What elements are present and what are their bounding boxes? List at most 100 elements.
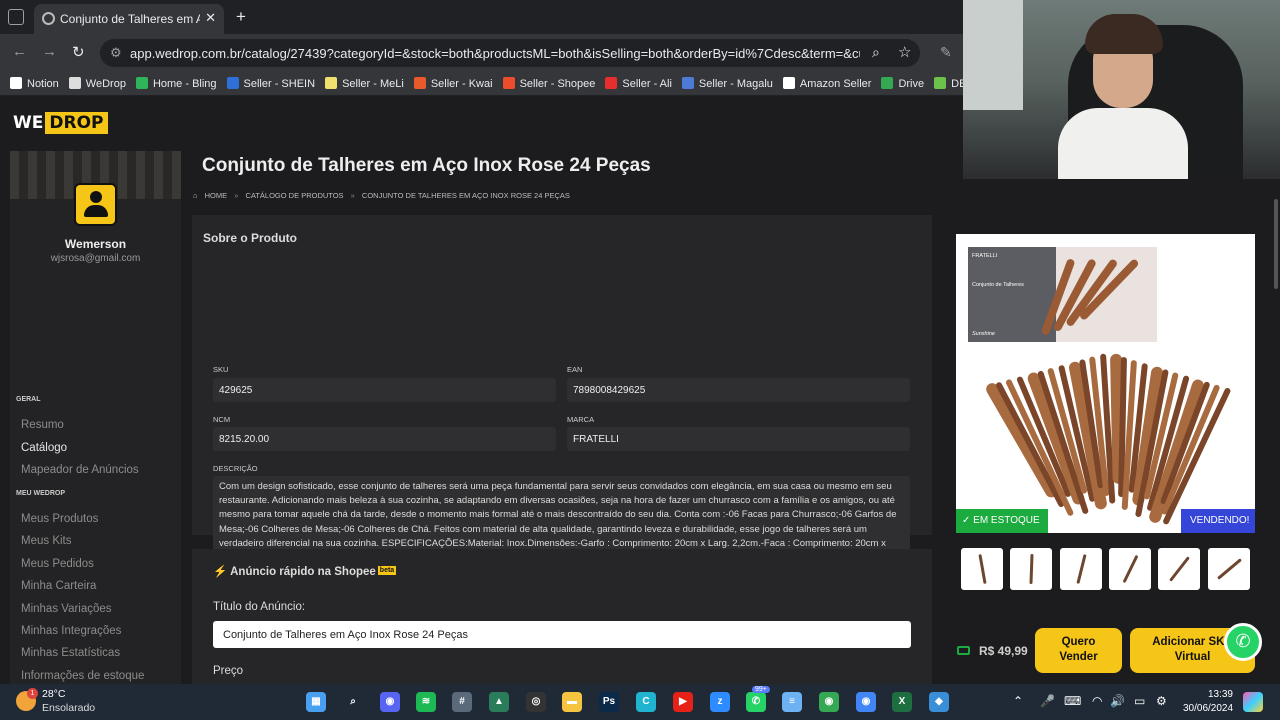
whatsapp-chat-icon[interactable]: ✆ [1224,623,1262,661]
weather-badge: 1 [27,688,38,699]
windows-taskbar: 1 28°C Ensolarado ▦ ⌕ ◉ ≋ # ▲ ◎ ▬ Ps C ▶ z ✆ ≡ ◉ ◉ X ◆ 99… [0,684,1280,720]
bookmark-item[interactable]: Seller - Kwai [413,77,493,90]
beta-badge: beta [377,566,397,575]
wifi-icon[interactable]: ◠ [1092,694,1102,708]
browser-tab-bar: Conjunto de Talheres em Aço In ✕ + [0,0,963,34]
ncm-field[interactable]: 8215.20.00 [213,427,556,451]
bookmark-item[interactable]: Drive [881,77,924,90]
ean-label: EAN [567,365,583,374]
canva-icon[interactable]: C [636,692,656,712]
page-scrollbar[interactable] [1272,179,1280,684]
whatsapp-icon[interactable]: ✆ [746,692,766,712]
bookmark-item[interactable]: Seller - Ali [605,77,672,90]
bookmark-item[interactable]: Seller - MeLi [325,77,404,90]
product-thumbnail[interactable] [1207,548,1250,590]
product-thumbnail[interactable] [1158,548,1201,590]
keyboard-icon[interactable]: ⌨ [1064,694,1081,708]
obs-icon[interactable]: ◎ [526,692,546,712]
breadcrumb-chevron-icon: » [350,191,355,200]
ean-field[interactable]: 7898008429625 [567,378,910,402]
bookmark-star-icon[interactable]: ☆ [898,43,911,61]
windows-start-icon[interactable]: ▦ [306,692,326,712]
sidebar-item[interactable]: Minha Carteira [21,580,96,592]
new-tab-button[interactable]: + [236,7,246,27]
sidebar-item[interactable]: Meus Produtos [21,513,98,525]
product-thumbnail[interactable] [961,548,1003,590]
ad-title-input[interactable]: Conjunto de Talheres em Aço Inox Rose 24… [213,621,911,648]
wedrop-logo[interactable]: WE DROP [11,112,108,135]
address-bar[interactable]: ⚙ app.wedrop.com.br/catalog/27439?catego… [100,39,920,67]
zoom-icon[interactable]: ⌕ [872,44,880,61]
volume-icon[interactable]: 🔊 [1110,694,1125,708]
bookmark-favicon-icon [226,77,239,89]
photoshop-icon[interactable]: Ps [599,692,619,712]
url-text[interactable]: app.wedrop.com.br/catalog/27439?category… [130,46,860,61]
search-icon[interactable]: ⌕ [343,692,363,712]
reload-icon[interactable]: ↻ [72,43,85,61]
copilot-icon[interactable] [1243,692,1263,712]
sku-label: SKU [213,365,229,374]
sidebar-item[interactable]: Catálogo [21,442,67,454]
breadcrumb-product: CONJUNTO DE TALHERES EM AÇO INOX ROSE 24… [361,191,570,200]
discord-icon[interactable]: ◉ [380,692,400,712]
bookmark-item[interactable]: Seller - SHEIN [226,77,315,90]
chevron-up-icon[interactable]: ⌃ [1013,694,1023,708]
product-thumbnail[interactable] [1010,548,1053,590]
bookmark-item[interactable]: DEVC [934,77,963,90]
product-thumbnail[interactable] [1108,548,1151,590]
sidebar-item[interactable]: Minhas Integrações [21,625,121,637]
tab-search-icon[interactable] [8,9,24,25]
sidebar-item[interactable]: Mapeador de Anúncios [21,464,139,476]
calculator-icon[interactable]: # [452,692,472,712]
bookmark-item[interactable]: Seller - Shopee [502,77,595,90]
tab-close-icon[interactable]: ✕ [205,10,216,26]
browser-tab[interactable]: Conjunto de Talheres em Aço In ✕ [34,4,224,34]
zoom-icon[interactable]: z [710,692,730,712]
home-icon[interactable]: ⌂ [193,191,198,200]
breadcrumb-home[interactable]: HOME [205,191,228,200]
microphone-icon[interactable]: 🎤 [1040,694,1055,708]
system-clock[interactable]: 13:39 30/06/2024 [1183,688,1233,716]
bookmark-item[interactable]: Notion [10,77,59,90]
bookmark-label: Seller - Kwai [430,78,493,90]
excel-icon[interactable]: X [892,692,912,712]
bookmark-item[interactable]: Home - Bling [135,77,217,90]
bookmark-favicon-icon [782,77,795,89]
forward-arrow-icon[interactable]: → [42,43,57,60]
weather-temperature[interactable]: 28°C [42,688,65,700]
settings-gear-icon[interactable]: ⚙ [1156,694,1167,708]
bookmark-item[interactable]: Amazon Seller [782,77,871,90]
youtube-icon[interactable]: ▶ [673,692,693,712]
app-icon[interactable]: ▲ [489,692,509,712]
weather-description[interactable]: Ensolarado [42,702,95,714]
product-thumbnail[interactable] [1059,548,1102,590]
bookmark-label: Notion [27,78,59,90]
notepad-icon[interactable]: ≡ [782,692,802,712]
sell-button[interactable]: Quero Vender [1035,628,1122,673]
product-main-image[interactable]: FRATELLI Conjunto de Talheres Sunshine [956,234,1255,533]
file-explorer-icon[interactable]: ▬ [562,692,582,712]
sidebar-item[interactable]: Meus Kits [21,535,72,547]
breadcrumb-catalog[interactable]: CATÁLOGO DE PRODUTOS [245,191,343,200]
clock-time: 13:39 [1207,689,1233,700]
back-arrow-icon[interactable]: ← [12,43,27,60]
chrome-profile-icon[interactable]: ◉ [856,692,876,712]
user-avatar-icon[interactable] [74,183,117,226]
app-store-icon[interactable]: ◆ [929,692,949,712]
bookmark-item[interactable]: Seller - Magalu [681,77,773,90]
sidebar-item[interactable]: Resumo [21,419,64,431]
brand-field[interactable]: FRATELLI [567,427,910,451]
spotify-icon[interactable]: ≋ [416,692,436,712]
bookmark-favicon-icon [605,77,618,89]
chrome-icon[interactable]: ◉ [819,692,839,712]
sku-field[interactable]: 429625 [213,378,556,402]
sidebar-item[interactable]: Informações de estoque [21,670,144,682]
bookmark-item[interactable]: WeDrop [68,77,126,90]
sidebar-item[interactable]: Minhas Variações [21,603,112,615]
sidebar-item[interactable]: Minhas Estatísticas [21,647,120,659]
lightning-icon: ⚡ [213,566,228,578]
sidebar-item[interactable]: Meus Pedidos [21,558,94,570]
site-info-icon[interactable]: ⚙ [110,45,122,61]
extension-icon[interactable]: ✎ [940,44,952,61]
battery-icon[interactable]: ▭ [1134,694,1145,708]
